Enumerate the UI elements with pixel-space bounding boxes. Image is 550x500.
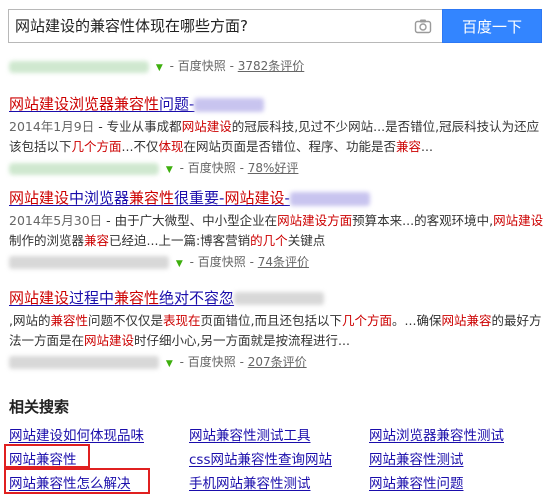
blurred-url bbox=[9, 356, 159, 369]
blurred-url bbox=[9, 162, 159, 175]
abstract-segment: ...不仅 bbox=[121, 139, 159, 154]
result-title[interactable]: 网站建设过程中兼容性绝对不容忽 bbox=[9, 288, 544, 308]
result-date: 2014年5月30日 bbox=[9, 213, 103, 228]
abstract-segment: ... bbox=[421, 139, 433, 154]
result-title[interactable]: 网站建设浏览器兼容性问题- bbox=[9, 94, 544, 114]
abstract-segment: 时仔细小心,另一方面就是按流程进行... bbox=[134, 333, 350, 348]
title-segment: 网站建设浏览器 bbox=[9, 95, 115, 113]
abstract-segment: 兼容性 bbox=[50, 313, 88, 328]
result-date: 2014年1月9日 bbox=[9, 119, 95, 134]
search-button[interactable]: 百度一下 bbox=[442, 9, 542, 43]
search-result: 网站建设浏览器兼容性问题- 2014年1月9日 - 专业从事成都网站建设的冠辰科… bbox=[9, 94, 544, 179]
related-item[interactable]: css网站兼容性查询网站 bbox=[189, 448, 332, 468]
search-result: 网站建设中浏览器兼容性很重要-网站建设- 2014年5月30日 - 由于广大微型… bbox=[9, 188, 544, 269]
blurred-url bbox=[9, 60, 149, 73]
reviews-link[interactable]: 3782条评价 bbox=[238, 59, 305, 73]
title-segment: 兼容性 bbox=[114, 95, 160, 113]
title-segment: 网站建设 bbox=[9, 189, 70, 207]
related-item[interactable]: 网站兼容性测试工具 bbox=[189, 424, 311, 444]
abstract-segment: 的客观环境中, bbox=[414, 213, 494, 228]
abstract-segment: 页面错位,而且还包括以下 bbox=[200, 313, 343, 328]
camera-icon[interactable] bbox=[414, 17, 432, 35]
related-item[interactable]: 网站浏览器兼容性测试 bbox=[369, 424, 504, 444]
title-segment: 绝对不容忽 bbox=[159, 289, 235, 307]
result-abstract: 2014年1月9日 - 专业从事成都网站建设的冠辰科技,见过不少网站...是否错… bbox=[9, 117, 544, 157]
title-segment: 问题- bbox=[159, 95, 195, 113]
dropdown-arrow-icon[interactable]: ▼ bbox=[166, 359, 173, 369]
annotation-box bbox=[4, 468, 150, 494]
abstract-segment: 几个方面 bbox=[342, 313, 393, 328]
abstract-segment: ,网站的 bbox=[9, 313, 51, 328]
abstract-segment: 关键点 bbox=[287, 233, 326, 248]
search-result: 网站建设过程中兼容性绝对不容忽 ,网站的兼容性问题不仅仅是表现在页面错位,而且还… bbox=[9, 288, 544, 373]
blurred-title bbox=[234, 292, 325, 305]
related-searches-title: 相关搜索 bbox=[9, 398, 70, 416]
snapshot-link[interactable]: 百度快照 bbox=[178, 59, 226, 73]
result-abstract: 2014年5月30日 - 由于广大微型、中小型企业在网站建设方面预算本来...的… bbox=[9, 211, 544, 251]
abstract-segment: 网站建设 bbox=[493, 213, 544, 228]
title-segment: 中浏览器 bbox=[69, 189, 130, 207]
related-item[interactable]: 网站建设如何体现品味 bbox=[9, 424, 144, 444]
abstract-segment: 网站建设 bbox=[181, 119, 232, 134]
dropdown-arrow-icon[interactable]: ▼ bbox=[156, 63, 163, 73]
related-item[interactable]: 网站兼容性测试 bbox=[369, 448, 464, 468]
title-segment: 兼容性 bbox=[129, 189, 175, 207]
abstract-segment: 。...确保 bbox=[392, 313, 442, 328]
blurred-url bbox=[9, 256, 169, 269]
rating-link[interactable]: 207条评价 bbox=[248, 355, 307, 369]
rating-link[interactable]: 78%好评 bbox=[248, 161, 299, 175]
abstract-segment: 问题不仅仅是 bbox=[88, 313, 164, 328]
abstract-segment: - 由于广大微型、中小型企业在 bbox=[102, 213, 278, 228]
previous-result-meta: ▼ - 百度快照 - 3782条评价 bbox=[9, 55, 544, 77]
abstract-segment: 预算本来... bbox=[352, 213, 415, 228]
title-segment: 网站建设 bbox=[224, 189, 285, 207]
result-abstract: ,网站的兼容性问题不仅仅是表现在页面错位,而且还包括以下几个方面。...确保网站… bbox=[9, 311, 544, 351]
related-item[interactable]: 网站兼容性问题 bbox=[369, 472, 464, 492]
abstract-segment: 网站兼容 bbox=[441, 313, 492, 328]
search-input[interactable]: 网站建设的兼容性体现在哪些方面? bbox=[8, 9, 442, 43]
abstract-segment: 已经迫...上一篇:博客营销 bbox=[109, 233, 251, 248]
abstract-segment: 几个方面 bbox=[71, 139, 122, 154]
blurred-title bbox=[194, 97, 265, 112]
abstract-segment: 制作的浏览器 bbox=[9, 233, 85, 248]
abstract-segment: 网站建设 bbox=[84, 333, 135, 348]
snapshot-link[interactable]: 百度快照 bbox=[188, 161, 236, 175]
annotation-box bbox=[4, 444, 90, 468]
abstract-segment: 网站建设方面 bbox=[277, 213, 353, 228]
dropdown-arrow-icon[interactable]: ▼ bbox=[176, 259, 183, 269]
related-item[interactable]: 手机网站兼容性测试 bbox=[189, 472, 311, 492]
search-bar: 网站建设的兼容性体现在哪些方面? 百度一下 bbox=[0, 0, 550, 46]
abstract-segment: 的几个 bbox=[250, 233, 288, 248]
snapshot-link[interactable]: 百度快照 bbox=[198, 255, 246, 269]
abstract-segment: 兼容 bbox=[84, 233, 110, 248]
abstract-segment: - 专业从事成都 bbox=[94, 119, 182, 134]
rating-link[interactable]: 74条评价 bbox=[258, 255, 309, 269]
abstract-segment: 兼容 bbox=[395, 139, 421, 154]
abstract-segment: 在网站页面是否错位、程序、功能是否 bbox=[183, 139, 396, 154]
abstract-segment: 体现 bbox=[158, 139, 184, 154]
abstract-segment: 表现在 bbox=[163, 313, 201, 328]
result-title[interactable]: 网站建设中浏览器兼容性很重要-网站建设- bbox=[9, 188, 544, 208]
title-segment: 网站建设 bbox=[9, 289, 70, 307]
dropdown-arrow-icon[interactable]: ▼ bbox=[166, 165, 173, 175]
title-segment: 过程中 bbox=[69, 289, 115, 307]
title-segment: 很重要- bbox=[174, 189, 225, 207]
title-segment: 兼容性 bbox=[114, 289, 160, 307]
snapshot-link[interactable]: 百度快照 bbox=[188, 355, 236, 369]
blurred-title bbox=[289, 191, 370, 206]
